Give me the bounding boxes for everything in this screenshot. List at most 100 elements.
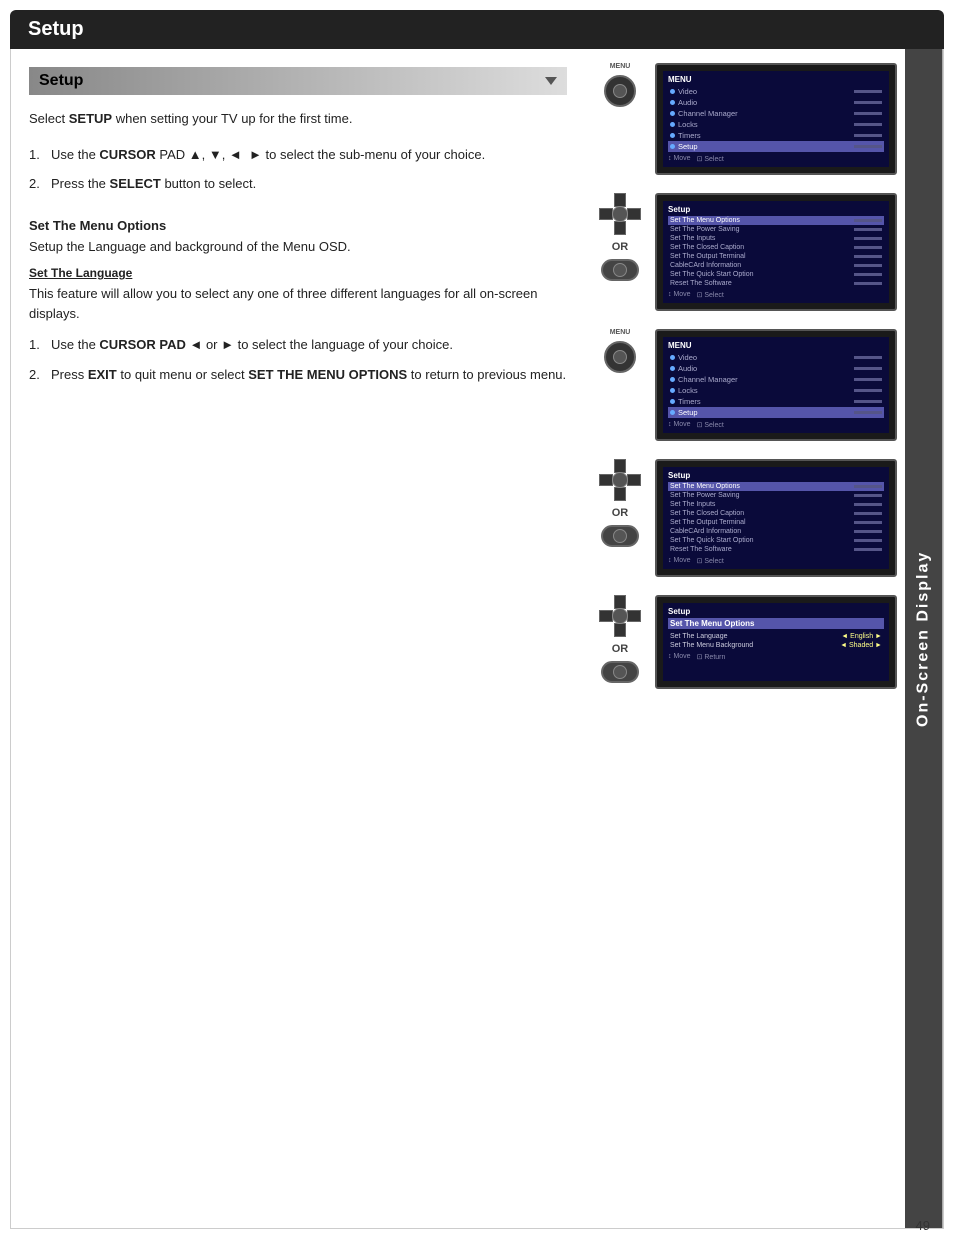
select-button-1[interactable] — [601, 259, 639, 281]
tv-item-video: Video — [668, 86, 884, 97]
dpad2-right — [627, 474, 641, 486]
tv4-menu-opts-hl: Set The Menu Options — [668, 482, 884, 491]
arrow-down-icon — [545, 77, 557, 85]
diagram-2: OR Setup Set The Menu Options Set The Po… — [593, 193, 897, 311]
tv-setup-item-output: Set The Output Terminal — [668, 252, 884, 261]
section2-step-text-2: Press EXIT to quit menu or select SET TH… — [51, 365, 567, 385]
remote-col-1: MENU — [593, 63, 647, 107]
select-button-3[interactable] — [601, 661, 639, 683]
tv-screen-inner-2: Setup Set The Menu Options Set The Power… — [663, 201, 889, 303]
tv-setup-item-cable: CableCArd Information — [668, 261, 884, 270]
tv4-setup-label: Setup — [668, 471, 884, 480]
section2-desc: Setup the Language and background of the… — [29, 237, 567, 257]
remote-col-5: OR — [593, 595, 647, 683]
tv3-timers: Timers — [668, 396, 884, 407]
tv-screen-2: Setup Set The Menu Options Set The Power… — [655, 193, 897, 311]
tv4-quick: Set The Quick Start Option — [668, 536, 884, 545]
tv-screen-inner-4: Setup Set The Menu Options Set The Power… — [663, 467, 889, 569]
tv-screen-5: Setup Set The Menu Options Set The Langu… — [655, 595, 897, 689]
dpad-down — [614, 221, 626, 235]
section2-step-num-1: 1. — [29, 335, 51, 355]
tv5-menu-opts-hl: Set The Menu Options — [668, 618, 884, 629]
tv-screen-3: MENU Video Audio Channel Manager Locks T… — [655, 329, 897, 441]
tv-footer-2: ↕ Move⊡ Select — [668, 291, 884, 299]
tv4-caption: Set The Closed Caption — [668, 509, 884, 518]
select-btn-inner-3 — [613, 665, 627, 679]
tv3-audio: Audio — [668, 363, 884, 374]
dpad2-up — [614, 459, 626, 473]
step-num-2: 2. — [29, 174, 51, 194]
page-title: Setup — [10, 10, 944, 49]
tv-item-audio: Audio — [668, 97, 884, 108]
section2-sub-title: Set The Language — [29, 266, 567, 280]
tv-footer-1: ↕ Move⊡ Select — [668, 155, 884, 163]
section2-step-2: 2. Press EXIT to quit menu or select SET… — [29, 365, 567, 385]
dpad3-center — [612, 608, 628, 624]
menu-button-inner-3 — [613, 350, 627, 364]
or-label-2: OR — [612, 507, 629, 519]
section2-step-1: 1. Use the CURSOR PAD ◄ or ► to select t… — [29, 335, 567, 355]
side-tab: On-Screen Display — [905, 49, 943, 1228]
dpad2-down — [614, 487, 626, 501]
dpad-center — [612, 206, 628, 222]
dpad3-down — [614, 623, 626, 637]
tv5-setup-label: Setup — [668, 607, 884, 616]
tv-setup-item-reset: Reset The Software — [668, 279, 884, 288]
tv3-locks: Locks — [668, 385, 884, 396]
dpad-up — [614, 193, 626, 207]
step-num-1: 1. — [29, 145, 51, 165]
tv4-power: Set The Power Saving — [668, 491, 884, 500]
select-btn-inner-2 — [613, 529, 627, 543]
intro-paragraph: Select SETUP when setting your TV up for… — [29, 109, 567, 129]
tv5-lang-row: Set The Language ◄ English ► — [668, 632, 884, 641]
tv-setup-item-caption: Set The Closed Caption — [668, 243, 884, 252]
step-text-1: Use the CURSOR PAD ▲, ▼, ◄ ► to select t… — [51, 145, 567, 165]
tv3-footer: ↕ Move⊡ Select — [668, 421, 884, 429]
menu-button-1[interactable] — [604, 75, 636, 107]
tv-setup-item-menu-opts: Set The Menu Options — [668, 216, 884, 225]
tv3-video: Video — [668, 352, 884, 363]
dpad3-left — [599, 610, 613, 622]
remote-col-3: MENU — [593, 329, 647, 373]
tv3-setup-hl: Setup — [668, 407, 884, 418]
section2-step-text-1: Use the CURSOR PAD ◄ or ► to select the … — [51, 335, 567, 355]
tv4-inputs: Set The Inputs — [668, 500, 884, 509]
section2-step-num-2: 2. — [29, 365, 51, 385]
tv-setup-label: Setup — [668, 205, 884, 214]
dpad-button-2[interactable] — [599, 459, 641, 501]
tv-menu-label-1: MENU — [668, 75, 884, 84]
tv4-reset: Reset The Software — [668, 545, 884, 554]
tv-menu-label-3: MENU — [668, 341, 884, 350]
dpad2-center — [612, 472, 628, 488]
remote-col-4: OR — [593, 459, 647, 547]
tv4-cable: CableCArd Information — [668, 527, 884, 536]
step-text-2: Press the SELECT button to select. — [51, 174, 567, 194]
diagram-3: MENU MENU Video Audio Channel Manager Lo… — [593, 329, 897, 441]
section2-sub-desc: This feature will allow you to select an… — [29, 284, 567, 323]
select-button-2[interactable] — [601, 525, 639, 547]
section-header-setup: Setup — [29, 67, 567, 95]
dpad-button-3[interactable] — [599, 595, 641, 637]
or-label-1: OR — [612, 241, 629, 253]
section2-steps: 1. Use the CURSOR PAD ◄ or ► to select t… — [29, 335, 567, 384]
dpad-right — [627, 208, 641, 220]
remote-col-2: OR — [593, 193, 647, 281]
tv4-footer: ↕ Move⊡ Select — [668, 557, 884, 565]
menu-button-3[interactable] — [604, 341, 636, 373]
tv5-bg-row: Set The Menu Background ◄ Shaded ► — [668, 641, 884, 650]
section2-title: Set The Menu Options — [29, 218, 567, 233]
menu-label-3: MENU — [610, 329, 631, 336]
dpad-left — [599, 208, 613, 220]
tv-item-locks: Locks — [668, 119, 884, 130]
tv-screen-4: Setup Set The Menu Options Set The Power… — [655, 459, 897, 577]
diagram-5: OR Setup Set The Menu Options Set The La… — [593, 595, 897, 689]
page-number: 49 — [916, 1218, 930, 1233]
select-btn-inner — [613, 263, 627, 277]
tv-setup-item-quickstart: Set The Quick Start Option — [668, 270, 884, 279]
diagram-1: MENU MENU Video Audio Channel Manager Lo… — [593, 63, 897, 175]
tv-setup-item-power: Set The Power Saving — [668, 225, 884, 234]
tv3-channel: Channel Manager — [668, 374, 884, 385]
menu-button-inner-1 — [613, 84, 627, 98]
dpad-button[interactable] — [599, 193, 641, 235]
tv5-footer: ↕ Move⊡ Return — [668, 653, 884, 661]
